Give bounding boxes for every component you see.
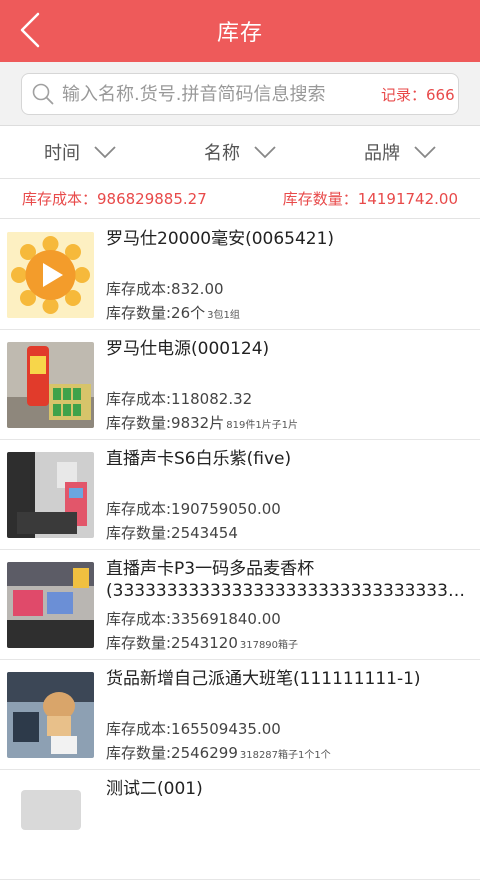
product-image: [7, 562, 94, 648]
back-arrow-icon: [20, 12, 40, 48]
app-header: 库存: [0, 0, 480, 62]
chevron-down-icon: [254, 146, 276, 159]
product-image: [7, 782, 94, 868]
list-item[interactable]: 货品新增自己派通大班笔(111111111-1) 库存成本:165509435.…: [0, 660, 480, 770]
product-cost: 库存成本:190759050.00: [106, 500, 281, 518]
product-image: [7, 672, 94, 758]
qty-value: 库存数量:26个: [106, 304, 206, 322]
qty-unit: 317890箱子: [239, 640, 299, 651]
play-sun-icon: [7, 232, 94, 318]
product-name-line2: (333333333333333333333333333333333...: [106, 581, 466, 601]
product-name: 直播声卡P3一码多品麦香杯 (3333333333333333333333333…: [106, 558, 466, 602]
qty-unit: 3包1组: [207, 310, 240, 321]
product-name: 测试二(001): [106, 779, 203, 799]
qty-value: 库存数量:2543454: [106, 524, 238, 542]
qty-value: 库存数量:2543120: [106, 634, 238, 652]
product-cost: 库存成本:832.00: [106, 280, 224, 298]
product-name: 罗马仕20000毫安(0065421): [106, 229, 335, 249]
qty-value: 库存数量:9832片: [106, 414, 225, 432]
search-input[interactable]: [62, 83, 377, 105]
product-name: 货品新增自己派通大班笔(111111111-1): [106, 669, 421, 689]
inventory-summary: 库存成本：986829885.27 库存数量：14191742.00: [0, 179, 480, 219]
record-count: 记录：666: [381, 85, 455, 104]
product-image: [7, 232, 94, 318]
qty-value: 库存数量:2546299: [106, 744, 238, 762]
filter-label: 品牌: [364, 143, 400, 164]
list-item[interactable]: 直播声卡P3一码多品麦香杯 (3333333333333333333333333…: [0, 550, 480, 660]
list-item[interactable]: 罗马仕20000毫安(0065421) 库存成本:832.00 库存数量:26个…: [0, 220, 480, 330]
product-qty: 库存数量:26个 3包1组: [106, 302, 240, 323]
product-qty: 库存数量:2546299 318287箱子1个1个: [106, 742, 331, 763]
list-item[interactable]: 直播声卡S6白乐紫(five) 库存成本:190759050.00 库存数量:2…: [0, 440, 480, 550]
product-cost: 库存成本:118082.32: [106, 390, 253, 408]
filter-time[interactable]: 时间: [0, 126, 160, 178]
product-qty: 库存数量:2543454: [106, 522, 240, 543]
search-bar: 记录：666: [0, 62, 480, 126]
product-name: 罗马仕电源(000124): [106, 339, 270, 359]
total-quantity: 库存数量：14191742.00: [282, 190, 458, 208]
back-button[interactable]: [8, 6, 52, 54]
filter-label: 时间: [44, 143, 80, 164]
search-icon: [32, 83, 54, 105]
inventory-list: 罗马仕20000毫安(0065421) 库存成本:832.00 库存数量:26个…: [0, 220, 480, 880]
product-image: [7, 342, 94, 428]
qty-unit: 819件1片子1片: [226, 420, 299, 431]
total-cost: 库存成本：986829885.27: [22, 190, 207, 208]
filter-brand[interactable]: 品牌: [320, 126, 480, 178]
list-item[interactable]: 测试二(001): [0, 770, 480, 880]
product-qty: 库存数量:9832片 819件1片子1片: [106, 412, 298, 433]
product-image: [7, 452, 94, 538]
product-cost: 库存成本:165509435.00: [106, 720, 281, 738]
filter-name[interactable]: 名称: [160, 126, 320, 178]
product-name: 直播声卡S6白乐紫(five): [106, 449, 292, 469]
search-box[interactable]: 记录：666: [21, 73, 459, 115]
filter-bar: 时间 名称 品牌: [0, 126, 480, 179]
chevron-down-icon: [414, 146, 436, 159]
product-name-line1: 直播声卡P3一码多品麦香杯: [106, 559, 315, 579]
product-qty: 库存数量:2543120 317890箱子: [106, 632, 298, 653]
chevron-down-icon: [94, 146, 116, 159]
filter-label: 名称: [204, 143, 240, 164]
list-item[interactable]: 罗马仕电源(000124) 库存成本:118082.32 库存数量:9832片 8…: [0, 330, 480, 440]
qty-unit: 318287箱子1个1个: [239, 750, 331, 761]
product-cost: 库存成本:335691840.00: [106, 610, 281, 628]
page-title: 库存: [216, 21, 263, 46]
